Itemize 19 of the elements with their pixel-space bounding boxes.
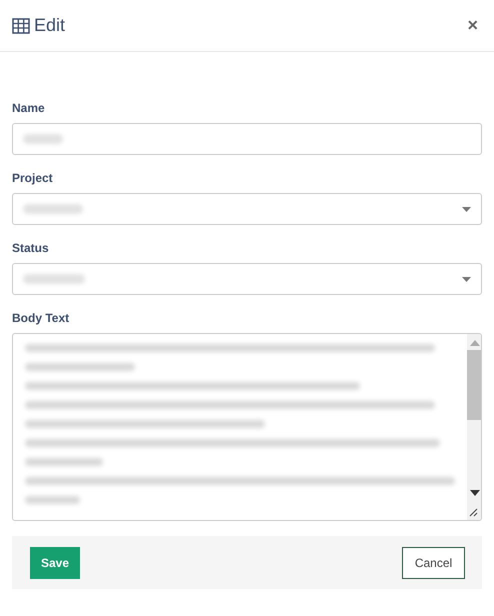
dropdown[interactable] bbox=[12, 263, 482, 295]
caret-icon bbox=[462, 276, 471, 282]
save-button[interactable]: Save bbox=[30, 546, 80, 578]
name-field[interactable] bbox=[12, 123, 482, 155]
field-label: Status bbox=[12, 241, 50, 255]
scroll-up-icon[interactable] bbox=[470, 340, 480, 346]
resize-grip-icon[interactable] bbox=[468, 507, 478, 517]
scroll-down-icon[interactable] bbox=[470, 490, 480, 496]
field-label: Project bbox=[12, 171, 54, 185]
table-icon bbox=[12, 18, 30, 34]
dropdown[interactable] bbox=[12, 193, 482, 225]
caret-icon bbox=[462, 206, 471, 212]
cancel-button[interactable]: Cancel bbox=[402, 546, 465, 578]
dialog-title: Edit bbox=[34, 15, 66, 36]
field-label: Name bbox=[12, 101, 46, 115]
close-button[interactable]: × bbox=[467, 15, 478, 36]
scroll-thumb[interactable] bbox=[467, 350, 481, 420]
scrollbar[interactable] bbox=[467, 334, 481, 520]
field-label: Body Text bbox=[12, 311, 70, 325]
